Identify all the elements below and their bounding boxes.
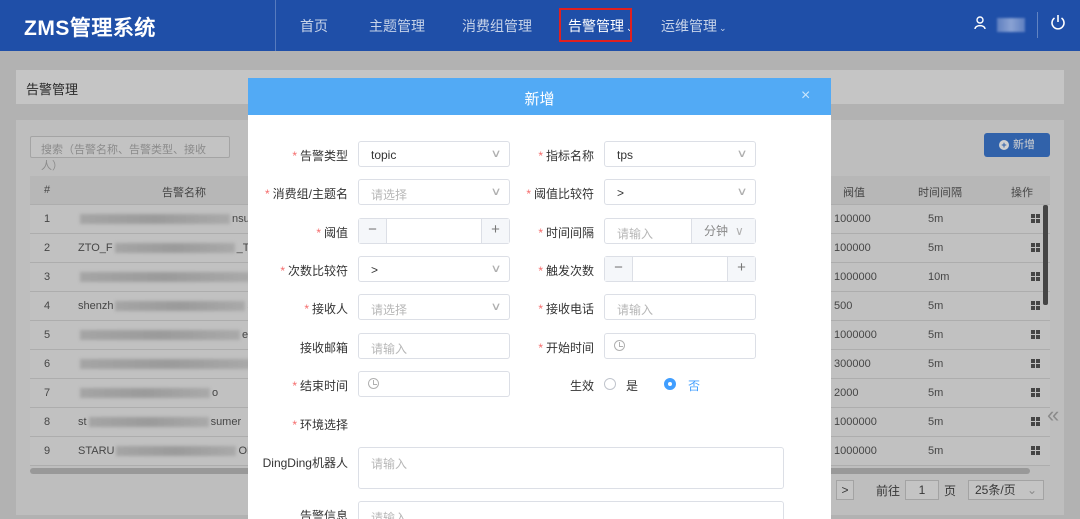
dingding-textarea[interactable]: 请输入 xyxy=(358,447,784,489)
count-cmp-label-text: 次数比较符 xyxy=(287,264,348,278)
required-mark: * xyxy=(538,302,543,316)
count-cmp-label: * 次数比较符 xyxy=(248,262,348,279)
env-label-text: 环境选择 xyxy=(299,418,348,432)
metric-name-select[interactable]: tps ∨ xyxy=(604,141,756,167)
metric-name-label-text: 指标名称 xyxy=(545,149,594,163)
dialog-header: 新增 × xyxy=(248,78,831,115)
required-mark: * xyxy=(304,302,309,316)
consumer-topic-placeholder: 请选择 xyxy=(371,188,408,202)
required-mark: * xyxy=(292,418,297,432)
start-time-label: * 开始时间 xyxy=(494,339,594,356)
threshold-cmp-value: > xyxy=(617,186,625,200)
consumer-topic-label: * 消费组/主题名 xyxy=(248,185,348,202)
threshold-cmp-label-text: 阈值比较符 xyxy=(533,187,594,201)
consumer-topic-select[interactable]: 请选择 ∨ xyxy=(358,179,510,205)
consumer-topic-label-text: 消费组/主题名 xyxy=(272,187,348,201)
alert-type-select[interactable]: topic ∨ xyxy=(358,141,510,167)
threshold-cmp-select[interactable]: > ∨ xyxy=(604,179,756,205)
alert-info-label: 告警信息 xyxy=(299,509,348,519)
receiver-email-input[interactable]: 请输入 xyxy=(358,333,510,359)
add-alert-dialog: 新增 × * 告警类型 topic ∨ * 指标名称 tps ∨ * 消费组/主题名 请选… xyxy=(248,78,831,519)
required-mark: * xyxy=(538,341,543,355)
receiver-phone-label-text: 接收电话 xyxy=(545,302,594,316)
required-mark: * xyxy=(538,264,543,278)
required-mark: * xyxy=(292,149,297,163)
alert-info-textarea[interactable]: 请输入 xyxy=(358,501,784,519)
end-time-picker[interactable] xyxy=(358,371,510,397)
trigger-count-label-text: 触发次数 xyxy=(545,264,594,278)
required-mark: * xyxy=(264,187,270,201)
alert-type-label: * 告警类型 xyxy=(248,147,348,164)
receiver-phone-input[interactable]: 请输入 xyxy=(604,294,756,320)
required-mark: * xyxy=(538,226,543,240)
clock-icon xyxy=(614,340,625,351)
interval-unit-value: 分钟 xyxy=(704,224,729,238)
threshold-label-text: 阈值 xyxy=(323,226,348,240)
end-time-label-text: 结束时间 xyxy=(299,379,348,393)
receiver-email-label: 接收邮箱 xyxy=(299,341,348,355)
metric-name-value: tps xyxy=(617,148,634,162)
enabled-radio-no[interactable] xyxy=(664,378,676,390)
user-divider xyxy=(1037,12,1038,38)
user-icon[interactable] xyxy=(974,16,986,34)
dingding-label: DingDing机器人 xyxy=(262,456,348,470)
nav-item-topic[interactable]: 主题管理 xyxy=(369,16,425,36)
chevron-down-icon: ∨ xyxy=(735,224,744,238)
chevron-down-icon: ∨ xyxy=(736,148,748,160)
nav-divider xyxy=(275,0,276,51)
plus-icon[interactable]: + xyxy=(727,257,755,281)
receiver-label: * 接收人 xyxy=(248,300,348,317)
app-title: ZMS管理系统 xyxy=(24,17,156,40)
trigger-count-stepper[interactable]: − + xyxy=(604,256,756,282)
nav-item-home[interactable]: 首页 xyxy=(300,16,328,36)
metric-name-label: * 指标名称 xyxy=(494,147,594,164)
chevron-down-icon: ∨ xyxy=(736,186,748,198)
minus-icon[interactable]: − xyxy=(605,257,633,281)
alert-type-label-text: 告警类型 xyxy=(299,149,348,163)
interval-label: * 时间间隔 xyxy=(494,224,594,241)
nav-item-consumer-group[interactable]: 消费组管理 xyxy=(462,16,532,36)
power-icon[interactable] xyxy=(1050,14,1066,36)
highlight-box xyxy=(559,8,632,42)
threshold-stepper[interactable]: − + xyxy=(358,218,510,244)
interval-placeholder: 请输入 xyxy=(617,227,654,241)
receiver-select[interactable]: 请选择 ∨ xyxy=(358,294,510,320)
chevron-down-icon: ⌄ xyxy=(719,23,727,33)
nav-item-ops-label: 运维管理 xyxy=(661,18,717,34)
dialog-title: 新增 xyxy=(524,91,555,108)
close-icon[interactable]: × xyxy=(801,87,810,105)
interval-input[interactable]: 请输入 分钟 ∨ xyxy=(604,218,756,244)
enabled-no-label[interactable]: 否 xyxy=(688,377,700,394)
nav-item-ops[interactable]: 运维管理 ⌄ xyxy=(661,16,727,36)
required-mark: * xyxy=(526,187,531,201)
threshold-cmp-label: * 阈值比较符 xyxy=(494,185,594,202)
required-mark: * xyxy=(538,149,543,163)
start-time-picker[interactable] xyxy=(604,333,756,359)
interval-unit-select[interactable]: 分钟 ∨ xyxy=(691,219,755,243)
env-label: * 环境选择 xyxy=(248,416,348,433)
required-mark: * xyxy=(292,379,297,393)
interval-label-text: 时间间隔 xyxy=(545,226,594,240)
top-nav-bar: ZMS管理系统 首页 主题管理 消费组管理 告警管理 ⌄ 运维管理 ⌄ xyxy=(0,0,1080,51)
count-cmp-value: > xyxy=(371,263,379,277)
enabled-label: 生效 xyxy=(569,379,594,393)
start-time-label-text: 开始时间 xyxy=(545,341,594,355)
alert-type-value: topic xyxy=(371,148,397,162)
minus-icon[interactable]: − xyxy=(359,219,387,243)
receiver-placeholder: 请选择 xyxy=(371,303,408,317)
end-time-label: * 结束时间 xyxy=(248,377,348,394)
receiver-phone-label: * 接收电话 xyxy=(494,300,594,317)
enabled-yes-label[interactable]: 是 xyxy=(626,377,638,394)
threshold-label: * 阈值 xyxy=(248,224,348,241)
clock-icon xyxy=(368,378,379,389)
username-blurred[interactable] xyxy=(997,18,1025,32)
count-cmp-select[interactable]: > ∨ xyxy=(358,256,510,282)
required-mark: * xyxy=(280,264,285,278)
trigger-count-label: * 触发次数 xyxy=(494,262,594,279)
receiver-label-text: 接收人 xyxy=(311,302,348,316)
required-mark: * xyxy=(316,226,321,240)
enabled-radio-yes[interactable] xyxy=(604,378,616,390)
